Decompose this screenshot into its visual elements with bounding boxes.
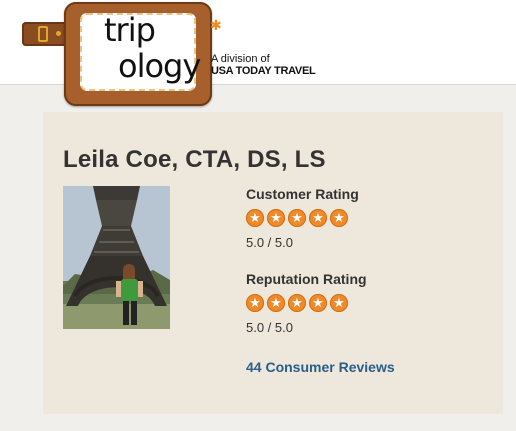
agent-photo [63,186,170,329]
tripology-logo[interactable]: trip ology ✱ [64,2,222,106]
star-icon: ★ [288,209,306,227]
consumer-reviews-link[interactable]: 44 Consumer Reviews [246,359,395,375]
division-brand: USA TODAY TRAVEL [211,65,316,77]
traveler-at-eiffel-tower-photo-icon [63,186,170,329]
division-intro: A division of [211,53,270,65]
agent-profile-card: Leila Coe, CTA, DS, LS Customer Rating ★… [43,112,503,414]
star-icon: ★ [309,294,327,312]
star-icon: ★ [267,294,285,312]
logo-text-trip: trip [104,11,156,49]
reputation-rating-label: Reputation Rating [246,271,367,287]
customer-rating-label: Customer Rating [246,186,359,202]
reputation-rating-stars: ★ ★ ★ ★ ★ [246,294,348,312]
star-icon: ★ [246,209,264,227]
agent-name: Leila Coe, CTA, DS, LS [63,146,326,173]
reputation-rating-value: 5.0 / 5.0 [246,320,293,335]
customer-rating-value: 5.0 / 5.0 [246,235,293,250]
star-icon: ★ [246,294,264,312]
star-icon: ★ [267,209,285,227]
logo-star-icon: ✱ [210,17,222,33]
buckle-icon [38,26,48,42]
star-icon: ★ [330,209,348,227]
customer-rating-stars: ★ ★ ★ ★ ★ [246,209,348,227]
division-tagline: A division of USA TODAY TRAVEL [211,53,316,78]
strap-hole [56,31,61,36]
site-header: trip ology ✱ A division of USA TODAY TRA… [0,0,516,106]
logo-text-ology: ology [118,47,201,85]
star-icon: ★ [288,294,306,312]
star-icon: ★ [330,294,348,312]
star-icon: ★ [309,209,327,227]
